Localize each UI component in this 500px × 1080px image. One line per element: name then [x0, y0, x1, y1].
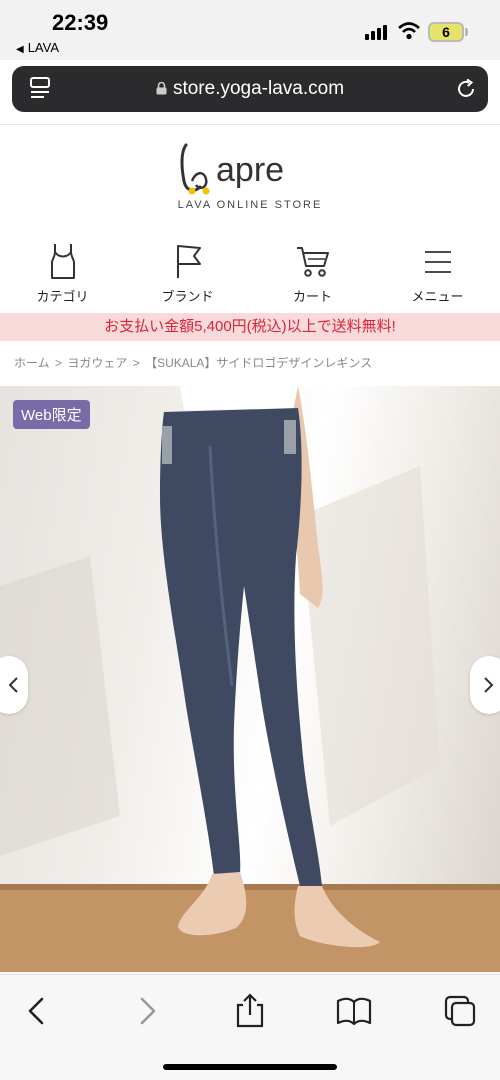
battery-tip — [465, 28, 468, 36]
tank-top-icon — [50, 244, 75, 279]
address-bar[interactable]: store.yoga-lava.com — [12, 66, 488, 112]
web-exclusive-badge: Web限定 — [13, 400, 90, 429]
nav-category-label: カテゴリ — [36, 289, 89, 304]
back-triangle-icon: ◀ — [16, 44, 24, 55]
nav-category[interactable]: カテゴリ — [0, 236, 125, 312]
carousel-next-button[interactable] — [470, 656, 500, 714]
breadcrumb-separator: > — [132, 356, 140, 370]
breadcrumb: ホーム > ヨガウェア > 【SUKALA】サイドロゴデザインレギンス — [14, 354, 374, 371]
back-to-app-link[interactable]: ◀ LAVA — [16, 40, 59, 55]
breadcrumb-category[interactable]: ヨガウェア — [67, 356, 127, 370]
flag-icon — [176, 245, 201, 278]
status-bar: 22:39 ◀ LAVA 6 — [0, 0, 500, 60]
back-button[interactable] — [18, 993, 58, 1029]
battery-icon: 6 — [428, 22, 464, 42]
bookmarks-button[interactable] — [334, 993, 374, 1029]
nav-cart[interactable]: カート — [250, 236, 375, 312]
site-header: apre LAVA ONLINE STORE — [0, 124, 500, 234]
nav-cart-label: カート — [292, 289, 332, 304]
svg-text:apre: apre — [216, 151, 284, 189]
nav-brand[interactable]: ブランド — [125, 236, 250, 312]
tabs-button[interactable] — [440, 993, 480, 1029]
share-button[interactable] — [230, 993, 270, 1029]
clock: 22:39 — [52, 10, 109, 35]
cart-icon — [296, 247, 329, 277]
nav-menu[interactable]: メニュー — [375, 236, 500, 312]
forward-button[interactable] — [126, 993, 166, 1029]
nav-brand-label: ブランド — [161, 289, 214, 304]
nav-menu-label: メニュー — [411, 289, 464, 304]
cellular-signal-icon — [365, 24, 391, 40]
home-indicator[interactable] — [163, 1064, 337, 1070]
product-image-carousel[interactable]: Web限定 — [0, 386, 500, 972]
breadcrumb-separator: > — [54, 356, 62, 370]
store-tagline: LAVA ONLINE STORE — [177, 199, 323, 211]
apre-logo[interactable]: apre — [176, 141, 326, 201]
back-app-label: LAVA — [27, 40, 60, 55]
chevron-right-icon — [484, 677, 494, 693]
main-nav: カテゴリ ブランド カート メニュー — [0, 236, 500, 312]
chevron-left-icon — [8, 677, 18, 693]
carousel-prev-button[interactable] — [0, 656, 28, 714]
battery-level: 6 — [442, 24, 450, 40]
product-photo — [0, 386, 500, 972]
lock-icon — [156, 82, 167, 95]
breadcrumb-home[interactable]: ホーム — [14, 356, 50, 370]
breadcrumb-current: 【SUKALA】サイドロゴデザインレギンス — [145, 356, 373, 370]
url-label: store.yoga-lava.com — [172, 78, 345, 99]
reload-icon[interactable] — [454, 77, 478, 101]
url-text[interactable]: store.yoga-lava.com — [12, 78, 488, 100]
menu-icon — [424, 251, 451, 273]
free-shipping-banner[interactable]: お支払い金額5,400円(税込)以上で送料無料! — [0, 313, 500, 341]
wifi-icon — [398, 22, 420, 40]
